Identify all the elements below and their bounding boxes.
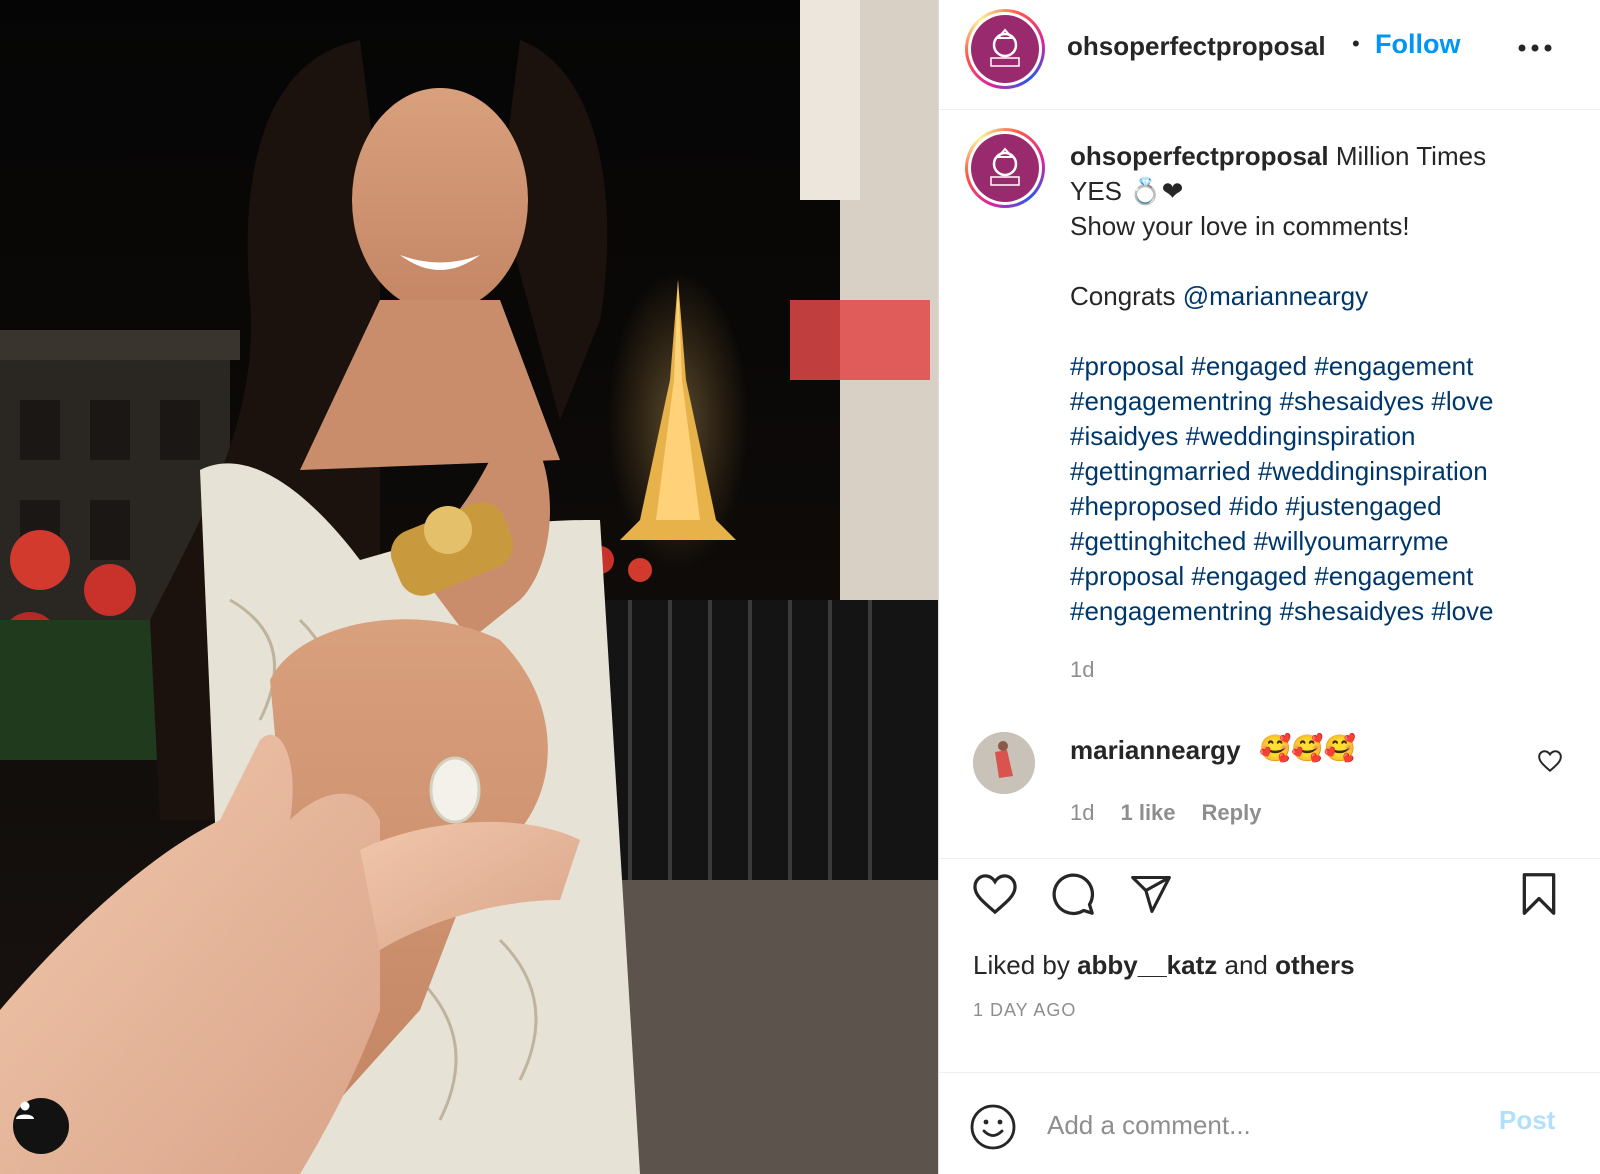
user-icon: [16, 1101, 34, 1119]
share-button[interactable]: [1125, 868, 1177, 920]
instagram-post: ohsoperfectproposal • Follow ohsoperfect…: [0, 0, 1600, 1174]
more-options-button[interactable]: [1515, 30, 1555, 66]
caption-username[interactable]: ohsoperfectproposal: [1070, 141, 1329, 171]
post-caption: ohsoperfectproposal Million Times YES 💍❤…: [1070, 139, 1570, 629]
caption-avatar[interactable]: [965, 128, 1045, 208]
liked-by-prefix: Liked by: [973, 950, 1078, 980]
ring-logo-icon: [990, 28, 1020, 67]
hashtag-line[interactable]: #gettingmarried #weddinginspiration: [1070, 454, 1570, 489]
caption-line2: YES 💍❤: [1070, 176, 1184, 206]
actions-divider: [939, 858, 1600, 859]
caption-congrats: Congrats: [1070, 281, 1183, 311]
liked-by: Liked by abby__katz and others: [973, 950, 1355, 981]
author-avatar[interactable]: [965, 9, 1045, 89]
post-comment-button[interactable]: Post: [1499, 1105, 1555, 1136]
ring-logo-icon: [990, 147, 1020, 186]
emoji-button[interactable]: [969, 1103, 1017, 1151]
liked-by-others[interactable]: others: [1275, 950, 1354, 980]
comment-meta: 1d 1 like Reply: [1070, 800, 1261, 826]
caption-line1: Million Times: [1328, 141, 1487, 171]
hashtag-line[interactable]: #engagementring #shesaidyes #love: [1070, 594, 1570, 629]
hashtag-line[interactable]: #engagementring #shesaidyes #love: [1070, 384, 1570, 419]
like-button[interactable]: [969, 868, 1021, 920]
hashtag-line[interactable]: #proposal #engaged #engagement: [1070, 559, 1570, 594]
post-header: ohsoperfectproposal • Follow: [939, 0, 1600, 110]
proposal-photo: [0, 0, 938, 1174]
heart-icon: [973, 874, 1017, 915]
bookmark-icon: [1522, 873, 1556, 915]
add-comment-row: Post: [939, 1072, 1600, 1174]
liked-by-middle: and: [1217, 950, 1276, 980]
comment-text: 🥰🥰🥰: [1259, 733, 1357, 763]
save-button[interactable]: [1513, 868, 1565, 920]
liked-by-user[interactable]: abby__katz: [1077, 950, 1217, 980]
post-timestamp[interactable]: 1 DAY AGO: [973, 1000, 1076, 1021]
tagged-users-button[interactable]: [13, 1098, 69, 1154]
comment-icon: [1052, 873, 1095, 916]
author-username[interactable]: ohsoperfectproposal: [1067, 31, 1326, 62]
post-photo: [0, 0, 938, 1174]
hashtag-line[interactable]: #proposal #engaged #engagement: [1070, 349, 1570, 384]
comment-button[interactable]: [1047, 868, 1099, 920]
more-horizontal-icon: [1518, 44, 1552, 52]
hashtag-line[interactable]: #heproposed #ido #justengaged: [1070, 489, 1570, 524]
caption-line3: Show your love in comments!: [1070, 211, 1410, 241]
hashtag-line[interactable]: #isaidyes #weddinginspiration: [1070, 419, 1570, 454]
comment-likes[interactable]: 1 like: [1120, 800, 1175, 826]
smiley-icon: [970, 1104, 1016, 1150]
commenter-photo: [973, 732, 1035, 794]
caption-time[interactable]: 1d: [1070, 657, 1094, 683]
mention-link[interactable]: @marianneargy: [1183, 281, 1368, 311]
send-icon: [1131, 875, 1171, 913]
follow-button[interactable]: Follow: [1375, 29, 1460, 60]
post-sidebar: ohsoperfectproposal • Follow ohsoperfect…: [938, 0, 1600, 1174]
header-separator: •: [1352, 31, 1360, 56]
commenter-avatar[interactable]: [973, 732, 1035, 794]
comment-time[interactable]: 1d: [1070, 800, 1094, 826]
heart-outline-icon: [1538, 750, 1562, 773]
comment-like-button[interactable]: [1537, 748, 1563, 774]
hashtag-line[interactable]: #gettinghitched #willyoumarryme: [1070, 524, 1570, 559]
comment-input[interactable]: [1047, 1101, 1477, 1149]
comment-username[interactable]: marianneargy: [1070, 735, 1241, 766]
reply-button[interactable]: Reply: [1202, 800, 1262, 826]
